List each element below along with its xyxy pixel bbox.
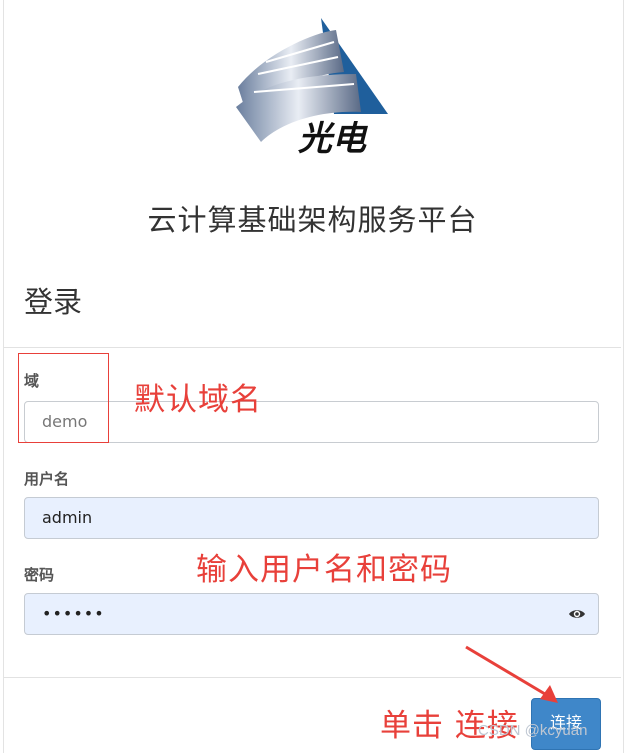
logo-icon: 光电: [236, 18, 388, 159]
platform-title: 云计算基础架构服务平台: [147, 203, 478, 237]
password-label: 密码: [24, 566, 55, 584]
annotation-default-domain: 默认域名: [134, 382, 262, 418]
annotation-arrow-icon: [465, 645, 558, 703]
logo-text: 光电: [298, 119, 369, 159]
header-divider: [4, 347, 621, 348]
domain-input[interactable]: demo: [24, 401, 599, 443]
annotation-domain-box: [18, 353, 109, 443]
password-input[interactable]: ••••••: [24, 593, 599, 635]
username-label: 用户名: [24, 470, 70, 488]
password-value: ••••••: [42, 604, 105, 623]
annotation-enter-credentials: 输入用户名和密码: [196, 552, 452, 588]
username-input[interactable]: admin: [24, 497, 599, 539]
login-heading: 登录: [24, 285, 83, 319]
watermark: CSDN @kcyuan: [478, 722, 588, 739]
eye-icon[interactable]: [568, 606, 586, 622]
